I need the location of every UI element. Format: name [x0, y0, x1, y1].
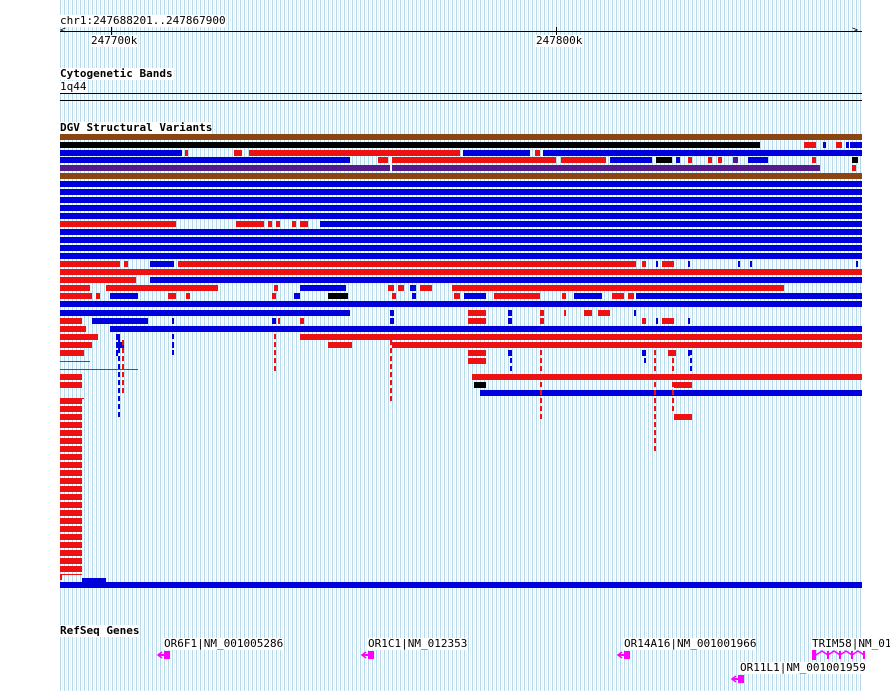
- gene-or14a16-exon[interactable]: [624, 651, 630, 659]
- gene-or6f1-exon[interactable]: [164, 651, 170, 659]
- gene-trim58-exon[interactable]: [812, 650, 816, 660]
- gene-or11l1-exon[interactable]: [738, 675, 744, 683]
- gene-or1c1-exon[interactable]: [368, 651, 374, 659]
- gene-trim58-intron: [851, 650, 865, 656]
- refseq-genes-canvas: [156, 650, 865, 683]
- gene-trim58-intron: [827, 650, 841, 656]
- gene-trim58-intron: [815, 650, 829, 656]
- gene-trim58-intron: [839, 650, 853, 656]
- gene-trim58-exon[interactable]: [863, 651, 865, 659]
